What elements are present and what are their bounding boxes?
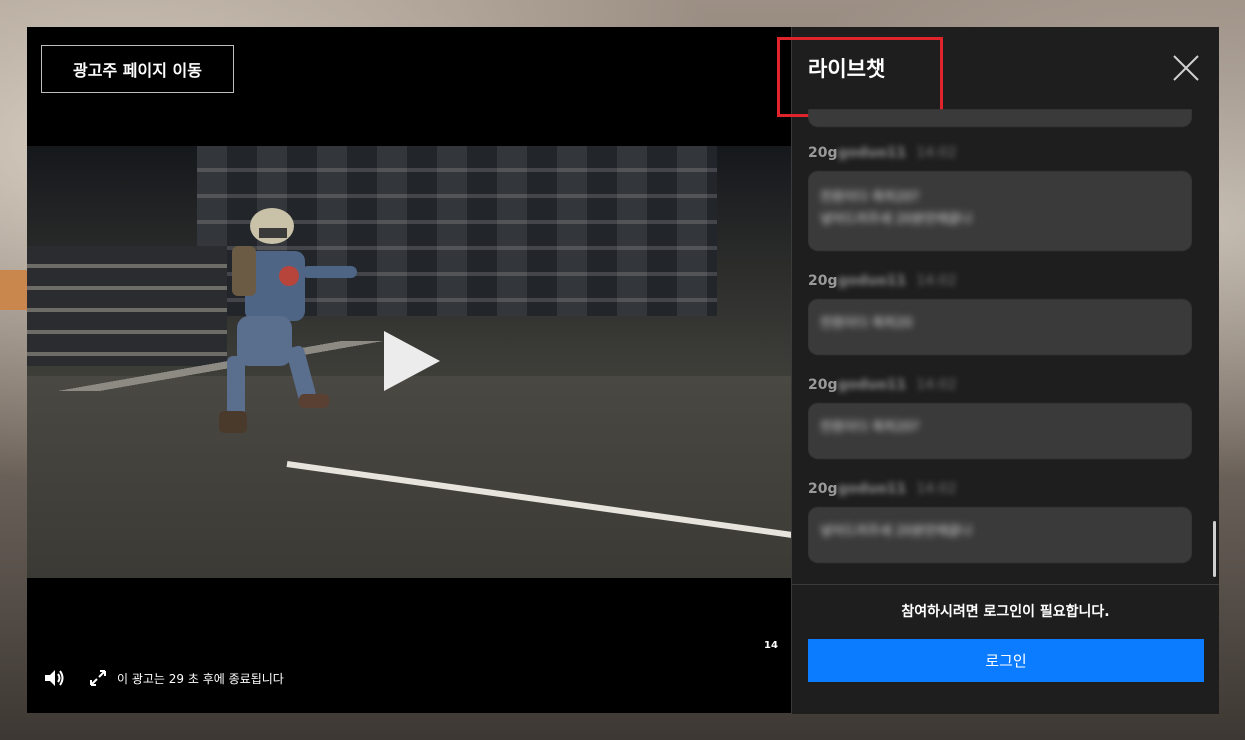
login-button[interactable]: 로그인 bbox=[808, 639, 1204, 682]
chat-message-bubble: 천원이다 축하20 bbox=[808, 299, 1192, 355]
advertiser-page-button[interactable]: 광고주 페이지 이동 bbox=[41, 45, 234, 93]
chat-username: 20ggoduo11 14:02 bbox=[808, 273, 957, 289]
chat-message-list[interactable]: 20ggoduo11 14:02 천원이다 축하20? 넣어드려주세 20분만에끝… bbox=[808, 109, 1192, 579]
chat-message: 20ggoduo11 14:02 천원이다 축하20 bbox=[808, 273, 1192, 355]
login-required-notice: 참여하시려면 로그인이 필요합니다. bbox=[901, 604, 1110, 620]
close-icon[interactable] bbox=[1172, 54, 1200, 82]
video-scene-road bbox=[27, 376, 791, 578]
video-scene-rider bbox=[219, 208, 357, 433]
chat-footer: 참여하시려면 로그인이 필요합니다. 로그인 bbox=[792, 584, 1219, 714]
chat-message-bubble bbox=[808, 109, 1192, 127]
ad-modal: 광고주 페이지 이동 14 이 광고는 29 초 후에 종료됩니다 라이브챗 2… bbox=[27, 27, 1219, 714]
chat-message-bubble: 천원이다 축하20? bbox=[808, 403, 1192, 459]
age-rating-badge: 14 bbox=[764, 640, 778, 651]
chat-message: 20ggoduo11 14:02 천원이다 축하20? 넣어드려주세 20분만에끝… bbox=[808, 145, 1192, 251]
live-chat-panel: 라이브챗 20ggoduo11 14:02 천원이다 축하20? 넣어드려주세 2… bbox=[777, 27, 1219, 714]
play-icon[interactable] bbox=[382, 329, 442, 393]
chat-username: 20ggoduo11 14:02 bbox=[808, 145, 957, 161]
chat-message: 20ggoduo11 14:02 넣어드려주세 20분만에끝나 bbox=[808, 481, 1192, 563]
chat-scrollbar[interactable] bbox=[1213, 521, 1216, 577]
chat-title: 라이브챗 bbox=[808, 57, 886, 81]
chat-message: 20ggoduo11 14:02 천원이다 축하20? bbox=[808, 377, 1192, 459]
chat-username: 20ggoduo11 14:02 bbox=[808, 481, 957, 497]
chat-username: 20ggoduo11 14:02 bbox=[808, 377, 957, 393]
ad-countdown-text: 이 광고는 29 초 후에 종료됩니다 bbox=[117, 671, 284, 686]
fullscreen-icon[interactable] bbox=[87, 667, 109, 689]
backdrop-decoration bbox=[0, 270, 30, 310]
chat-message-bubble: 넣어드려주세 20분만에끝나 bbox=[808, 507, 1192, 563]
volume-icon[interactable] bbox=[43, 667, 65, 689]
video-controls: 이 광고는 29 초 후에 종료됩니다 bbox=[43, 667, 284, 689]
ad-video[interactable] bbox=[27, 146, 791, 578]
chat-message-bubble: 천원이다 축하20? 넣어드려주세 20분만에끝나 bbox=[808, 171, 1192, 251]
